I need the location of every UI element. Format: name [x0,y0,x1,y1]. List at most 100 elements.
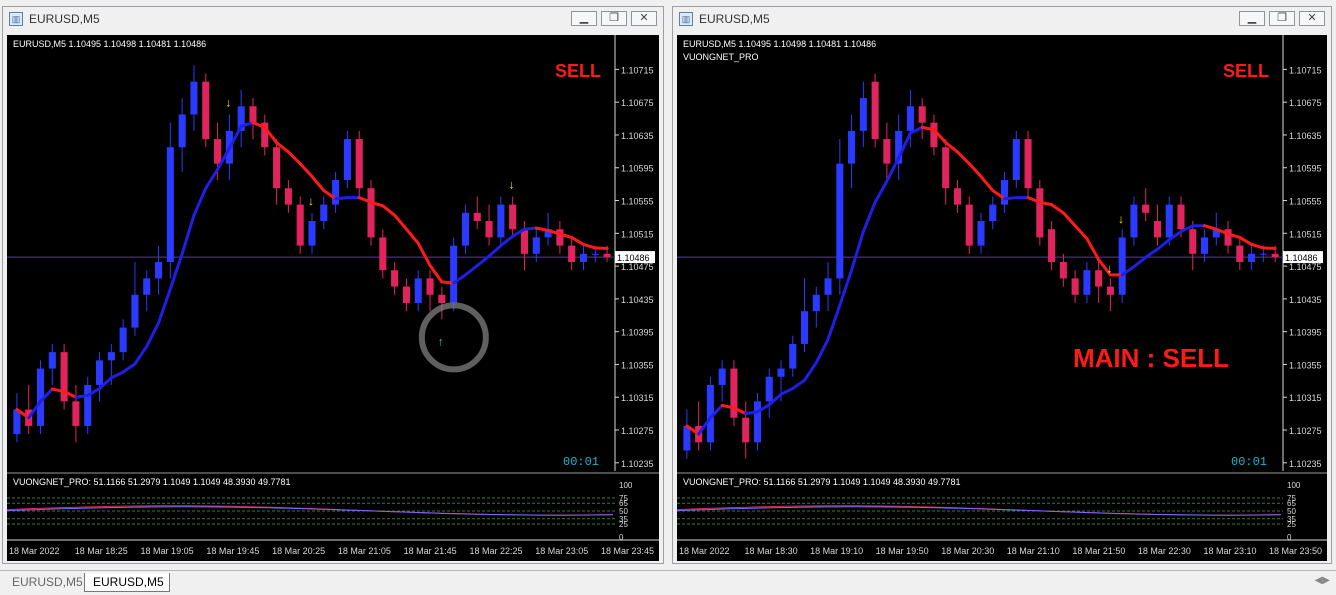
price-tick-label: 1.10515 [1289,229,1322,239]
close-button[interactable]: ✕ [631,11,657,26]
candle-body [13,410,20,435]
chart-window-icon: ▥ [679,12,693,26]
time-tick-label: 18 Mar 23:10 [1203,546,1256,556]
chart-tab-bar: EURUSD,M5 EURUSD,M5 ◀▶ [0,570,1336,595]
time-tick-label: 18 Mar 21:45 [404,546,457,556]
sell-signal-label: SELL [555,61,601,81]
title-bar[interactable]: ▥ EURUSD,M5 ▁ ❐ ✕ [673,7,1331,31]
time-tick-label: 18 Mar 19:45 [206,546,259,556]
candle-body [1036,188,1043,237]
price-tick-label: 1.10635 [1289,131,1322,141]
price-tick-label: 1.10275 [621,426,654,436]
time-tick-label: 18 Mar 23:45 [601,546,654,556]
time-tick-label: 18 Mar 21:10 [1007,546,1060,556]
candle-body [860,98,867,131]
trend-line-segment [1146,249,1158,257]
trend-line-segment [147,323,159,346]
candle-body [836,164,843,279]
trend-line-segment [418,243,430,265]
candle-body [825,278,832,294]
trend-line-segment [805,363,817,381]
candle-body [683,426,690,451]
trend-line-segment [1157,240,1169,249]
chart-window-right[interactable]: ▥ EURUSD,M5 ▁ ❐ ✕ 1.107151.106751.106351… [672,6,1332,564]
price-chart-svg[interactable]: 1.107151.106751.106351.105951.105551.105… [7,35,659,561]
time-tick-label: 18 Mar 23:05 [535,546,588,556]
trend-line-segment [875,181,887,202]
trend-line-segment [111,372,123,378]
trend-line-segment [863,202,875,231]
time-tick-label: 18 Mar 19:05 [141,546,194,556]
tab-eurusd-m5-2[interactable]: EURUSD,M5 [84,573,170,592]
trend-line-segment [206,170,218,189]
bar-timer: 00:01 [1231,455,1267,469]
time-tick-label: 18 Mar 18:30 [745,546,798,556]
candle-body [872,82,879,139]
candle-body [1072,278,1079,294]
minimize-button[interactable]: ▁ [1239,11,1265,26]
minimize-button[interactable]: ▁ [571,11,597,26]
price-tick-label: 1.10355 [1289,360,1322,370]
candle-body [72,401,79,426]
candle-body [332,180,339,205]
trend-line-segment [1052,205,1064,213]
candle-body [1025,139,1032,188]
candle-body [474,213,481,221]
sell-arrow-icon: ↓ [1106,261,1112,275]
candle-body [49,352,56,368]
tab-eurusd-m5-1[interactable]: EURUSD,M5 [4,573,82,592]
trend-line-segment [76,395,88,397]
title-bar[interactable]: ▥ EURUSD,M5 ▁ ❐ ✕ [3,7,663,31]
trend-line-segment [395,215,407,229]
candle-body [450,246,457,303]
chart-window-left[interactable]: ▥ EURUSD,M5 ▁ ❐ ✕ 1.107151.106751.106351… [2,6,664,564]
candle-body [789,344,796,369]
candle-body [954,188,961,204]
trend-line-segment [524,228,536,229]
trend-line-segment [312,177,324,191]
chart-area[interactable]: 1.107151.106751.106351.105951.105551.105… [7,35,659,561]
sell-signal-label: SELL [1223,61,1269,81]
candle-body [754,401,761,442]
candle-body [1260,254,1267,255]
oscillator-label: VUONGNET_PRO: 51.1166 51.2979 1.1049 1.1… [683,477,961,487]
trend-line-segment [336,198,348,199]
candle-body [415,278,422,303]
window-title: EURUSD,M5 [29,12,100,26]
candle-body [96,360,103,385]
candle-body [1107,287,1114,295]
close-button[interactable]: ✕ [1299,11,1325,26]
candle-body [1083,270,1090,295]
candle-body [426,278,433,294]
sell-arrow-icon: ↓ [509,177,515,191]
candle-body [1177,205,1184,230]
time-tick-label: 18 Mar 20:30 [941,546,994,556]
restore-button[interactable]: ❐ [1269,11,1295,26]
trend-line-segment [194,188,206,215]
price-tick-label: 1.10355 [621,360,654,370]
candle-body [919,106,926,122]
trend-line-segment [572,237,584,244]
time-tick-label: 18 Mar 22:25 [469,546,522,556]
trend-line-segment [957,152,969,164]
candle-body [167,147,174,262]
candle-body [1095,270,1102,286]
chart-area[interactable]: 1.107151.106751.106351.105951.105551.105… [677,35,1327,561]
trend-line-segment [1252,244,1264,248]
chart-window-icon: ▥ [9,12,23,26]
price-chart-svg[interactable]: 1.107151.106751.106351.105951.105551.105… [677,35,1327,561]
restore-button[interactable]: ❐ [601,11,627,26]
chart-info-line: EURUSD,M5 1.10495 1.10498 1.10481 1.1048… [683,39,876,49]
candle-body [521,229,528,254]
candle-body [379,237,386,270]
trend-line-segment [182,215,194,254]
price-tick-label: 1.10595 [621,164,654,174]
candle-body [438,295,445,303]
bar-timer: 00:01 [563,455,599,469]
candle-body [1189,229,1196,254]
buy-arrow-icon: ↑ [438,334,444,348]
trend-line-segment [300,164,312,177]
candle-body [942,147,949,188]
tab-scroll-right-icon[interactable]: ◀▶ [1315,575,1330,586]
candle-body [509,205,516,230]
